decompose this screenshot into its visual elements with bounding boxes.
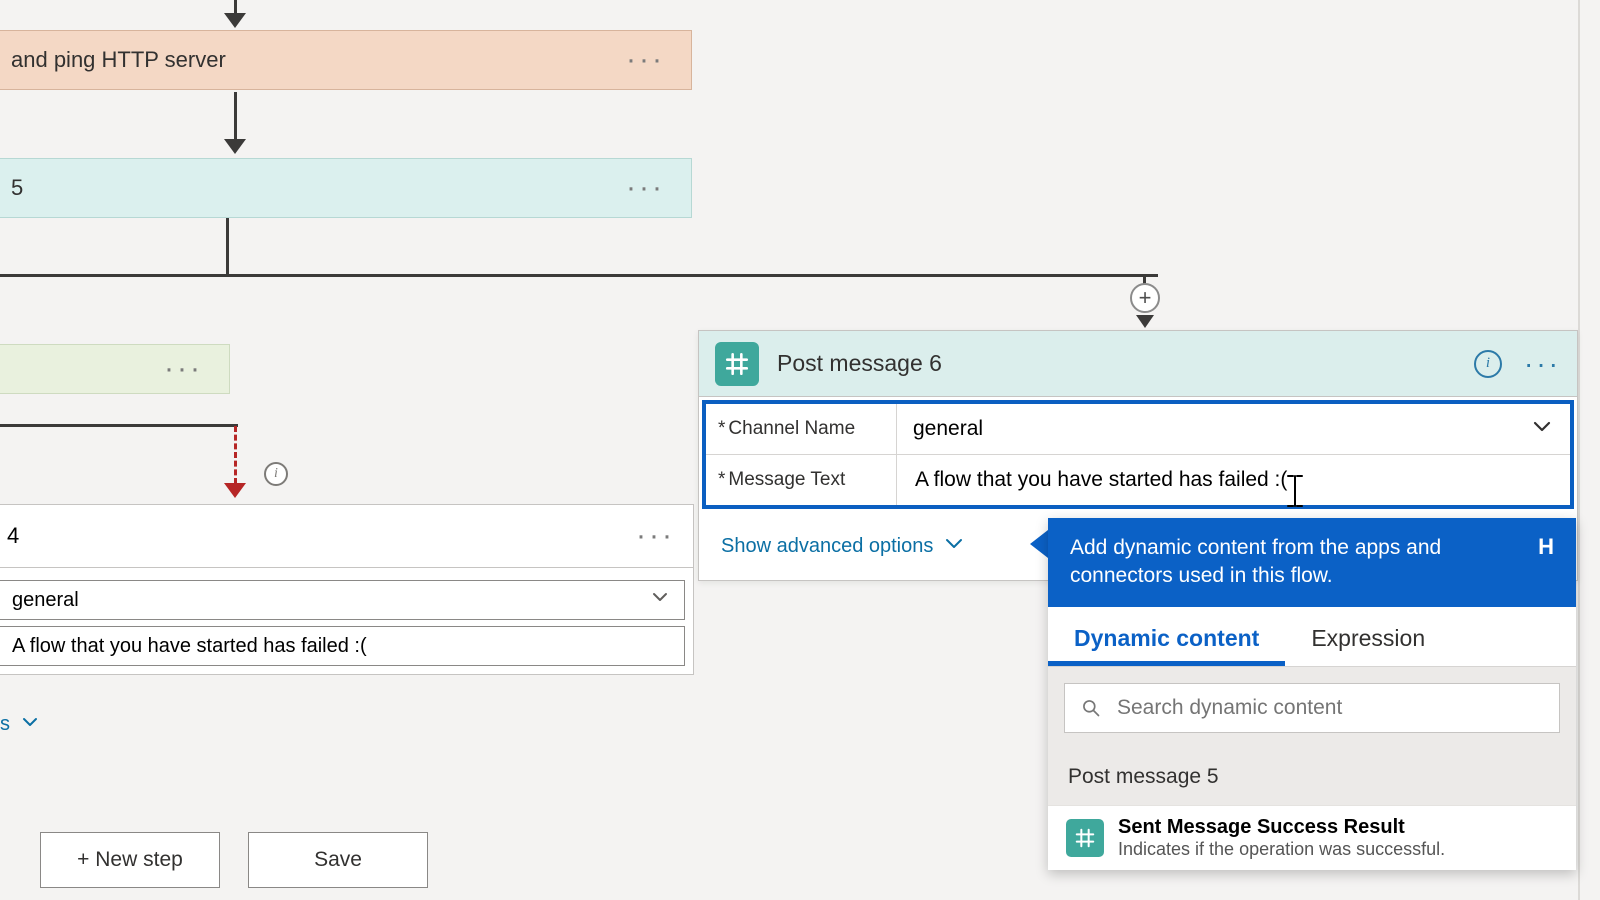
channel-label: *Channel Name: [706, 418, 896, 440]
popover-notch: [1030, 530, 1048, 558]
connector-split: [0, 424, 238, 427]
popover-tabs: Dynamic content Expression: [1048, 607, 1576, 667]
button-label: Save: [314, 848, 362, 872]
dynamic-content-popover: Add dynamic content from the apps and co…: [1048, 518, 1576, 870]
flow-step-title: 5: [11, 175, 23, 201]
parameter-group-focused: *Channel Name general *Message Text: [702, 400, 1574, 509]
add-branch-button[interactable]: +: [1130, 283, 1160, 313]
step-menu-icon[interactable]: ···: [618, 171, 673, 205]
connector-line: [226, 218, 229, 274]
connector-split: [0, 274, 1158, 277]
channel-name-row: *Channel Name general: [706, 404, 1570, 455]
flow-step-condition[interactable]: ···: [0, 344, 230, 394]
advanced-options-collapsed[interactable]: s: [0, 704, 40, 744]
connector-arrow-failure: [224, 426, 246, 498]
tab-expression[interactable]: Expression: [1285, 607, 1451, 666]
step-menu-icon[interactable]: ···: [618, 43, 673, 77]
editor-title: Post message 6: [777, 350, 942, 377]
connector-arrowhead: [1136, 315, 1154, 328]
canvas-scrollbar[interactable]: [1578, 0, 1600, 900]
search-dynamic-content[interactable]: [1064, 683, 1560, 733]
message-label: *Message Text: [706, 469, 896, 491]
branch-info-icon[interactable]: i: [264, 462, 288, 486]
message-text-collapsed[interactable]: A flow that you have started has failed …: [0, 626, 685, 666]
channel-select-collapsed[interactable]: general: [0, 580, 685, 620]
search-input[interactable]: [1115, 695, 1543, 721]
message-text-input[interactable]: [896, 455, 1570, 505]
connector-arrow: [224, 92, 246, 154]
step-menu-icon[interactable]: ···: [636, 519, 675, 553]
flow-step-4-header[interactable]: 4 ···: [0, 505, 693, 568]
popover-banner: Add dynamic content from the apps and co…: [1048, 518, 1576, 607]
chevron-down-icon: [650, 587, 670, 613]
dc-item-success-result[interactable]: Sent Message Success Result Indicates if…: [1048, 805, 1576, 870]
tab-dynamic-content[interactable]: Dynamic content: [1048, 607, 1285, 666]
chevron-down-icon: [1530, 414, 1554, 445]
slack-icon: [1066, 819, 1104, 857]
slack-icon: [715, 342, 759, 386]
message-text-field[interactable]: [913, 467, 1554, 493]
editor-header[interactable]: Post message 6 i ···: [699, 331, 1577, 397]
hide-link[interactable]: H: [1538, 534, 1554, 560]
channel-value: general: [12, 589, 79, 612]
flow-step-title: and ping HTTP server: [11, 47, 226, 73]
dc-section-header: Post message 5: [1048, 749, 1576, 805]
new-step-button[interactable]: + New step: [40, 832, 220, 888]
connector-arrow: [224, 0, 246, 28]
show-advanced-options-link[interactable]: Show advanced options: [721, 532, 965, 560]
message-value: A flow that you have started has failed …: [12, 635, 367, 658]
message-text-row: *Message Text: [706, 455, 1570, 505]
flow-step-5[interactable]: 5 ···: [0, 158, 692, 218]
chevron-down-icon: [20, 712, 40, 737]
chevron-down-icon: [943, 532, 965, 560]
channel-value: general: [913, 417, 983, 441]
advanced-label: Show advanced options: [721, 535, 933, 558]
flow-step-4-card: 4 ··· general A flow that you have start…: [0, 504, 694, 675]
step-menu-icon[interactable]: ···: [156, 352, 211, 386]
button-label: + New step: [77, 848, 183, 872]
dc-item-desc: Indicates if the operation was successfu…: [1118, 839, 1445, 860]
dc-item-title: Sent Message Success Result: [1118, 816, 1445, 839]
info-icon[interactable]: i: [1474, 350, 1502, 378]
advanced-link-partial: s: [0, 713, 10, 736]
flow-step-title: 4: [7, 523, 19, 549]
search-icon: [1081, 698, 1101, 718]
step-menu-icon[interactable]: ···: [1524, 348, 1561, 380]
save-button[interactable]: Save: [248, 832, 428, 888]
banner-text: Add dynamic content from the apps and co…: [1070, 534, 1520, 591]
flow-step-http[interactable]: and ping HTTP server ···: [0, 30, 692, 90]
channel-name-select[interactable]: general: [896, 404, 1570, 454]
